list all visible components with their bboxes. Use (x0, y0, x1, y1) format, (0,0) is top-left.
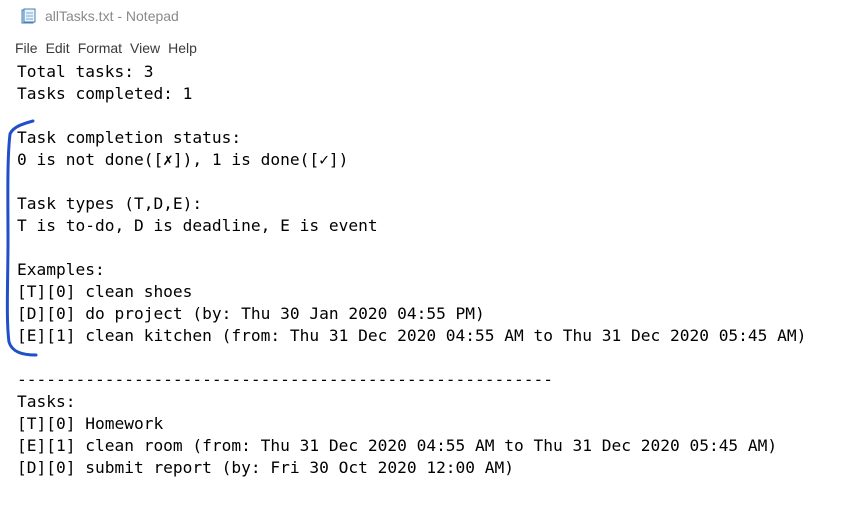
text-line: Task types (T,D,E): (17, 194, 203, 213)
menu-help[interactable]: Help (164, 39, 201, 57)
text-line: 0 is not done([✗]), 1 is done([✓]) (17, 150, 349, 169)
text-line: ----------------------------------------… (17, 370, 554, 389)
text-line: Tasks completed: 1 (17, 84, 193, 103)
text-line: Task completion status: (17, 128, 242, 147)
text-line (17, 171, 806, 193)
title-bar: allTasks.txt - Notepad (0, 0, 846, 34)
window-title: allTasks.txt - Notepad (45, 8, 179, 24)
text-line (17, 237, 806, 259)
text-line: [E][1] clean kitchen (from: Thu 31 Dec 2… (17, 326, 807, 345)
notepad-icon (21, 8, 36, 24)
menu-format[interactable]: Format (74, 39, 126, 57)
text-line: [D][0] do project (by: Thu 30 Jan 2020 0… (17, 304, 485, 323)
text-line (17, 347, 806, 369)
menu-file[interactable]: File (11, 39, 42, 57)
menu-edit[interactable]: Edit (42, 39, 74, 57)
text-line: Total tasks: 3 (17, 62, 154, 81)
text-editor[interactable]: Total tasks: 3 Tasks completed: 1 Task c… (0, 58, 846, 508)
text-line: Tasks: (17, 392, 76, 411)
text-line: Examples: (17, 260, 105, 279)
text-line: T is to-do, D is deadline, E is event (17, 216, 378, 235)
text-line: [T][0] clean shoes (17, 282, 193, 301)
text-line (17, 105, 806, 127)
menu-bar: File Edit Format View Help (0, 37, 846, 58)
text-line: [E][1] clean room (from: Thu 31 Dec 2020… (17, 436, 778, 455)
text-line: [T][0] Homework (17, 414, 164, 433)
document-text[interactable]: Total tasks: 3 Tasks completed: 1 Task c… (17, 61, 806, 479)
menu-view[interactable]: View (126, 39, 164, 57)
text-line: [D][0] submit report (by: Fri 30 Oct 202… (17, 458, 515, 477)
